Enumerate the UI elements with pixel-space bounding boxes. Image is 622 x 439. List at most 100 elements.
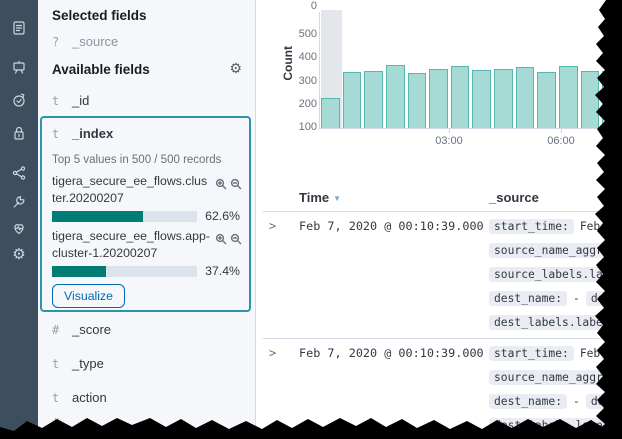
histogram-bar[interactable]	[451, 66, 470, 128]
column-header-source: _source	[489, 190, 539, 205]
logs-icon[interactable]	[10, 19, 28, 37]
field-item-index[interactable]: t _index	[52, 126, 113, 141]
histogram-bar[interactable]	[321, 98, 340, 128]
top-value-bar-row: 37.4%	[52, 264, 240, 278]
field-badge: dest	[586, 291, 622, 306]
field-item-source[interactable]: ? _source	[52, 34, 118, 49]
row-timestamp: Feb 7, 2020 @ 00:10:39.000	[299, 219, 484, 233]
top-value-bar-row: 62.6%	[52, 209, 240, 223]
settings-icon[interactable]: ⚙	[10, 246, 28, 264]
histogram-bar[interactable]	[472, 70, 491, 128]
graph-icon[interactable]	[10, 164, 28, 182]
source-field-line: start_time: Feb 7	[489, 214, 622, 238]
y-tick: 200	[289, 98, 317, 110]
field-badge: start_time:	[489, 219, 574, 234]
y-tick: 500	[289, 28, 317, 40]
histogram-bar[interactable]	[408, 73, 427, 128]
field-details-panel-index: t _index Top 5 values in 500 / 500 recor…	[40, 116, 251, 312]
field-name: action	[72, 390, 107, 405]
progress-fill	[52, 211, 143, 222]
source-field-line: dest_name: - dest	[489, 389, 622, 413]
magnify-plus-icon[interactable]	[215, 233, 227, 245]
field-type-string-icon: t	[52, 127, 61, 141]
field-name: _id	[72, 93, 89, 108]
field-value: -	[573, 292, 580, 305]
field-settings-gear-icon[interactable]: ⚙	[229, 60, 242, 76]
field-item-id[interactable]: t _id	[52, 93, 89, 108]
source-field-line: source_name_aggr:	[489, 365, 622, 389]
y-tick: 300	[289, 75, 317, 87]
histogram-bar[interactable]	[386, 65, 405, 128]
histogram-bar[interactable]	[494, 69, 513, 128]
row-source-summary: start_time: Feb 7, source_name_aggr: des…	[489, 341, 622, 437]
column-header-time[interactable]: Time▼	[299, 190, 341, 205]
kibana-discover-window: ⚙ Selected fields ? _source Available fi…	[0, 0, 622, 439]
column-header-label: _source	[489, 190, 539, 205]
progress-track	[52, 211, 197, 222]
selected-fields-heading: Selected fields	[52, 8, 147, 23]
table-row[interactable]: > Feb 7, 2020 @ 00:10:39.000 start_time:…	[257, 214, 622, 338]
expand-chevron-icon[interactable]: >	[269, 219, 276, 233]
histogram-bar[interactable]	[581, 71, 600, 128]
field-badge: dest_labels.label	[489, 315, 615, 330]
field-item-partial[interactable]: #	[52, 416, 72, 430]
top-value-label: tigera_secure_ee_flows.cluster.20200207	[52, 173, 210, 207]
source-field-line: dest_labels.label	[489, 413, 622, 437]
histogram-bar[interactable]	[559, 66, 578, 128]
field-type-number-icon: #	[52, 416, 61, 430]
discover-main: Count 500 400 300 200 100 0 03:00 06:00 …	[257, 0, 622, 439]
lock-icon[interactable]	[10, 124, 28, 142]
app-nav-rail: ⚙	[0, 0, 38, 439]
progress-fill	[52, 266, 106, 277]
histogram-bar[interactable]	[537, 72, 556, 128]
field-name: _index	[72, 126, 113, 141]
histogram-bars	[320, 12, 622, 128]
monitoring-icon[interactable]	[10, 219, 28, 237]
x-tick-mark	[449, 129, 450, 133]
histogram-bar[interactable]	[343, 72, 362, 128]
magnify-minus-icon[interactable]	[230, 233, 242, 245]
y-tick: 100	[289, 121, 317, 133]
canvas-icon[interactable]	[10, 59, 28, 77]
field-type-string-icon: t	[52, 391, 61, 405]
histogram-bar[interactable]	[429, 69, 448, 128]
field-item-score[interactable]: # _score	[52, 322, 111, 337]
value-filter-buttons	[215, 178, 242, 190]
row-timestamp: Feb 7, 2020 @ 00:10:39.000	[299, 346, 484, 360]
x-tick-mark	[561, 129, 562, 133]
top-values-summary: Top 5 values in 500 / 500 records	[52, 154, 221, 166]
field-name: _type	[72, 356, 104, 371]
field-badge: dest	[586, 394, 622, 409]
sort-descending-icon: ▼	[333, 194, 341, 203]
field-badge: dest_name:	[489, 394, 567, 409]
source-field-line: dest_labels.label	[489, 310, 622, 334]
histogram-bar[interactable]	[364, 71, 383, 128]
x-tick-label: 06:00	[547, 135, 575, 147]
field-badge: source_labels.lab	[489, 267, 615, 282]
wrench-icon[interactable]	[10, 193, 28, 211]
y-tick: 0	[289, 0, 317, 12]
histogram-bar[interactable]	[516, 67, 535, 128]
field-badge: start_time:	[489, 346, 574, 361]
available-fields-heading: Available fields	[52, 62, 150, 77]
field-item-type[interactable]: t _type	[52, 356, 104, 371]
visualize-button[interactable]: Visualize	[52, 284, 125, 308]
source-field-line: dest_name: - dest	[489, 286, 622, 310]
uptime-icon[interactable]	[10, 91, 28, 109]
row-source-summary: start_time: Feb 7 source_name_aggr: sour…	[489, 214, 622, 334]
expand-chevron-icon[interactable]: >	[269, 346, 276, 360]
field-item-action[interactable]: t action	[52, 390, 107, 405]
value-filter-buttons	[215, 233, 242, 245]
field-badge: dest_name:	[489, 291, 567, 306]
field-badge: source_name_aggr:	[489, 370, 615, 385]
magnify-minus-icon[interactable]	[230, 178, 242, 190]
field-value: Feb 7	[580, 220, 614, 233]
field-type-number-icon: #	[52, 323, 61, 337]
table-row[interactable]: > Feb 7, 2020 @ 00:10:39.000 start_time:…	[257, 341, 622, 439]
x-tick-label: 03:00	[435, 135, 463, 147]
top-value-percent: 37.4%	[205, 264, 240, 278]
magnify-plus-icon[interactable]	[215, 178, 227, 190]
histogram-bar[interactable]	[602, 71, 621, 128]
discover-field-sidebar: Selected fields ? _source Available fiel…	[38, 0, 256, 439]
field-value: Feb 7,	[580, 347, 621, 360]
